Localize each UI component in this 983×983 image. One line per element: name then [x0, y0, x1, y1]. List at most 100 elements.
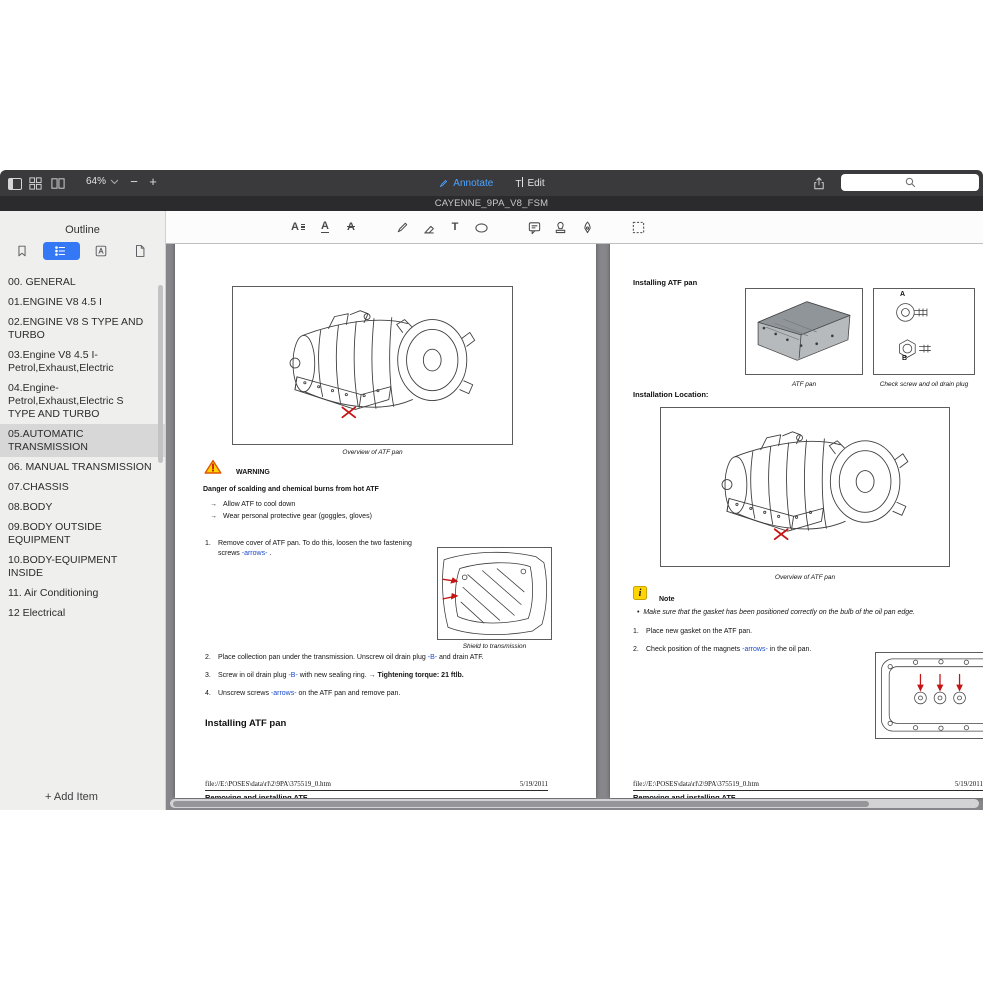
outline-item[interactable]: 00. GENERAL: [0, 272, 165, 292]
figure-caption: ATF pan: [745, 381, 863, 388]
document-area: Overview of ATF pan WARNING Danger of sc…: [166, 211, 983, 810]
document-title: CAYENNE_9PA_V8_FSM: [435, 198, 549, 209]
shape-tool-icon[interactable]: [470, 216, 492, 238]
tab-annotations[interactable]: [82, 242, 120, 260]
outline-item[interactable]: 08.BODY: [0, 497, 165, 517]
outline-item[interactable]: 07.CHASSIS: [0, 477, 165, 497]
footer-date: 5/19/2011: [955, 780, 983, 788]
edit-label: Edit: [527, 178, 544, 189]
procedure-step-1: 1. Remove cover of ATF pan. To do this, …: [205, 539, 437, 558]
horizontal-scrollbar-thumb[interactable]: [173, 801, 869, 807]
figure-shield: [437, 547, 552, 640]
annotate-mode-button[interactable]: Annotate: [438, 178, 493, 189]
installing-heading: Installing ATF pan: [633, 278, 697, 287]
note-title: Note: [659, 595, 675, 605]
section-heading: Installing ATF pan: [205, 718, 286, 729]
annotation-summary-icon: [94, 244, 108, 258]
strikethrough-tool-icon[interactable]: [340, 216, 362, 238]
pages-viewport[interactable]: Overview of ATF pan WARNING Danger of sc…: [166, 244, 983, 810]
next-page-header: Removing and installing ATF: [205, 793, 308, 798]
edit-mode-button[interactable]: Edit: [515, 177, 544, 190]
b-link[interactable]: -B-: [428, 654, 437, 661]
text-tool-icon[interactable]: [444, 216, 466, 238]
outline-item[interactable]: 09.BODY OUTSIDE EQUIPMENT: [0, 517, 165, 550]
eraser-tool-icon[interactable]: [417, 216, 439, 238]
pen-tool-icon[interactable]: [391, 216, 413, 238]
figure-atf-pan: [745, 288, 863, 375]
page-footer: file://E:\POSES\data\rl\2\9PA\375519_0.h…: [205, 780, 548, 788]
figure-caption: Shield to transmission: [437, 643, 552, 650]
horizontal-scrollbar[interactable]: [170, 799, 979, 808]
figure-caption: Overview of ATF pan: [660, 574, 950, 581]
mode-switcher: Annotate Edit: [0, 170, 983, 196]
procedure-step-2: 2. Place collection pan under the transm…: [205, 653, 550, 663]
add-item-button[interactable]: + Add Item: [0, 791, 143, 803]
bookmark-icon: [15, 244, 29, 258]
outline-item-selected[interactable]: 05.AUTOMATIC TRANSMISSION: [0, 424, 165, 457]
b-link[interactable]: -B-: [288, 672, 297, 679]
warning-icon: [204, 459, 222, 480]
select-area-tool-icon[interactable]: [627, 216, 649, 238]
search-input[interactable]: [841, 174, 979, 191]
highlight-tool-icon[interactable]: [287, 216, 309, 238]
stamp-tool-icon[interactable]: [549, 216, 571, 238]
outline-item[interactable]: 12 Electrical: [0, 603, 165, 623]
label-b: B: [902, 355, 907, 362]
footer-date: 5/19/2011: [520, 780, 548, 788]
figure-pan-magnets: [875, 652, 983, 739]
outline-item[interactable]: 02.ENGINE V8 S TYPE AND TURBO: [0, 312, 165, 345]
annotate-label: Annotate: [453, 178, 493, 189]
annotation-toolbar: [166, 211, 983, 244]
sidebar-tabs: [3, 242, 159, 260]
torque-value: Tightening torque: 21 ftlb.: [378, 672, 464, 679]
arrow-glyph: →: [210, 512, 217, 522]
note-text: • Make sure that the gasket has been pos…: [637, 608, 982, 618]
pencil-icon: [438, 178, 449, 189]
figure-caption: Overview of ATF pan: [232, 449, 513, 456]
pdf-page-left: Overview of ATF pan WARNING Danger of sc…: [175, 244, 596, 798]
outline-item[interactable]: 04.Engine-Petrol,Exhaust,Electric S TYPE…: [0, 378, 165, 424]
main-toolbar: 64% − + Annotate Edit: [0, 170, 983, 196]
tab-bookmarks[interactable]: [3, 242, 41, 260]
search-icon: [904, 176, 917, 189]
page-divider-line: [205, 790, 548, 791]
tab-pages[interactable]: [122, 242, 160, 260]
arrow-glyph: →: [210, 500, 217, 510]
document-titlebar: CAYENNE_9PA_V8_FSM: [0, 196, 983, 211]
arrows-link[interactable]: -arrows-: [271, 690, 297, 697]
outline-item[interactable]: 06. MANUAL TRANSMISSION: [0, 457, 165, 477]
note-tool-icon[interactable]: [523, 216, 545, 238]
sidebar-scrollbar[interactable]: [158, 285, 163, 463]
note-icon: [633, 586, 647, 600]
signature-tool-icon[interactable]: [576, 216, 598, 238]
outline-item[interactable]: 10.BODY-EQUIPMENT INSIDE: [0, 550, 165, 583]
figure-caption: Check screw and oil drain plug: [855, 381, 983, 388]
sidebar-outline-panel: Outline 00. GENERAL 01.ENGINE V8 4.5 I: [0, 211, 166, 810]
procedure-step-3: 3. Screw in oil drain plug -B- with new …: [205, 671, 550, 681]
warning-instruction: → Allow ATF to cool down: [210, 500, 295, 510]
warning-instruction: → Wear personal protective gear (goggles…: [210, 512, 372, 522]
installation-location-heading: Installation Location:: [633, 390, 708, 399]
page-footer: file://E:\POSES\data\rl\2\9PA\375519_0.h…: [633, 780, 983, 788]
share-icon[interactable]: [810, 175, 827, 192]
outline-list-icon: [54, 244, 68, 258]
underline-tool-icon[interactable]: [314, 216, 336, 238]
figure-atf-overview: [660, 407, 950, 567]
tab-outline[interactable]: [43, 242, 81, 260]
outline-item[interactable]: 03.Engine V8 4.5 I-Petrol,Exhaust,Electr…: [0, 345, 165, 378]
footer-file-path: file://E:\POSES\data\rl\2\9PA\375519_0.h…: [633, 780, 759, 788]
procedure-step-1: 1. Place new gasket on the ATF pan.: [633, 627, 978, 637]
warning-title: WARNING: [236, 468, 270, 478]
warning-subtitle: Danger of scalding and chemical burns fr…: [203, 485, 379, 495]
arrows-link[interactable]: -arrows-: [742, 646, 768, 653]
outline-item[interactable]: 11. Air Conditioning: [0, 583, 165, 603]
text-edit-icon: [515, 177, 523, 190]
sidebar-title: Outline: [0, 224, 165, 236]
footer-file-path: file://E:\POSES\data\rl\2\9PA\375519_0.h…: [205, 780, 331, 788]
figure-check-screw-drain-plug: [873, 288, 975, 375]
arrows-link[interactable]: -arrows-: [242, 550, 268, 557]
outline-list: 00. GENERAL 01.ENGINE V8 4.5 I 02.ENGINE…: [0, 272, 165, 623]
page-icon: [133, 244, 147, 258]
outline-item[interactable]: 01.ENGINE V8 4.5 I: [0, 292, 165, 312]
pdf-page-right: Installing ATF pan A B ATF pan Check scr…: [610, 244, 983, 798]
